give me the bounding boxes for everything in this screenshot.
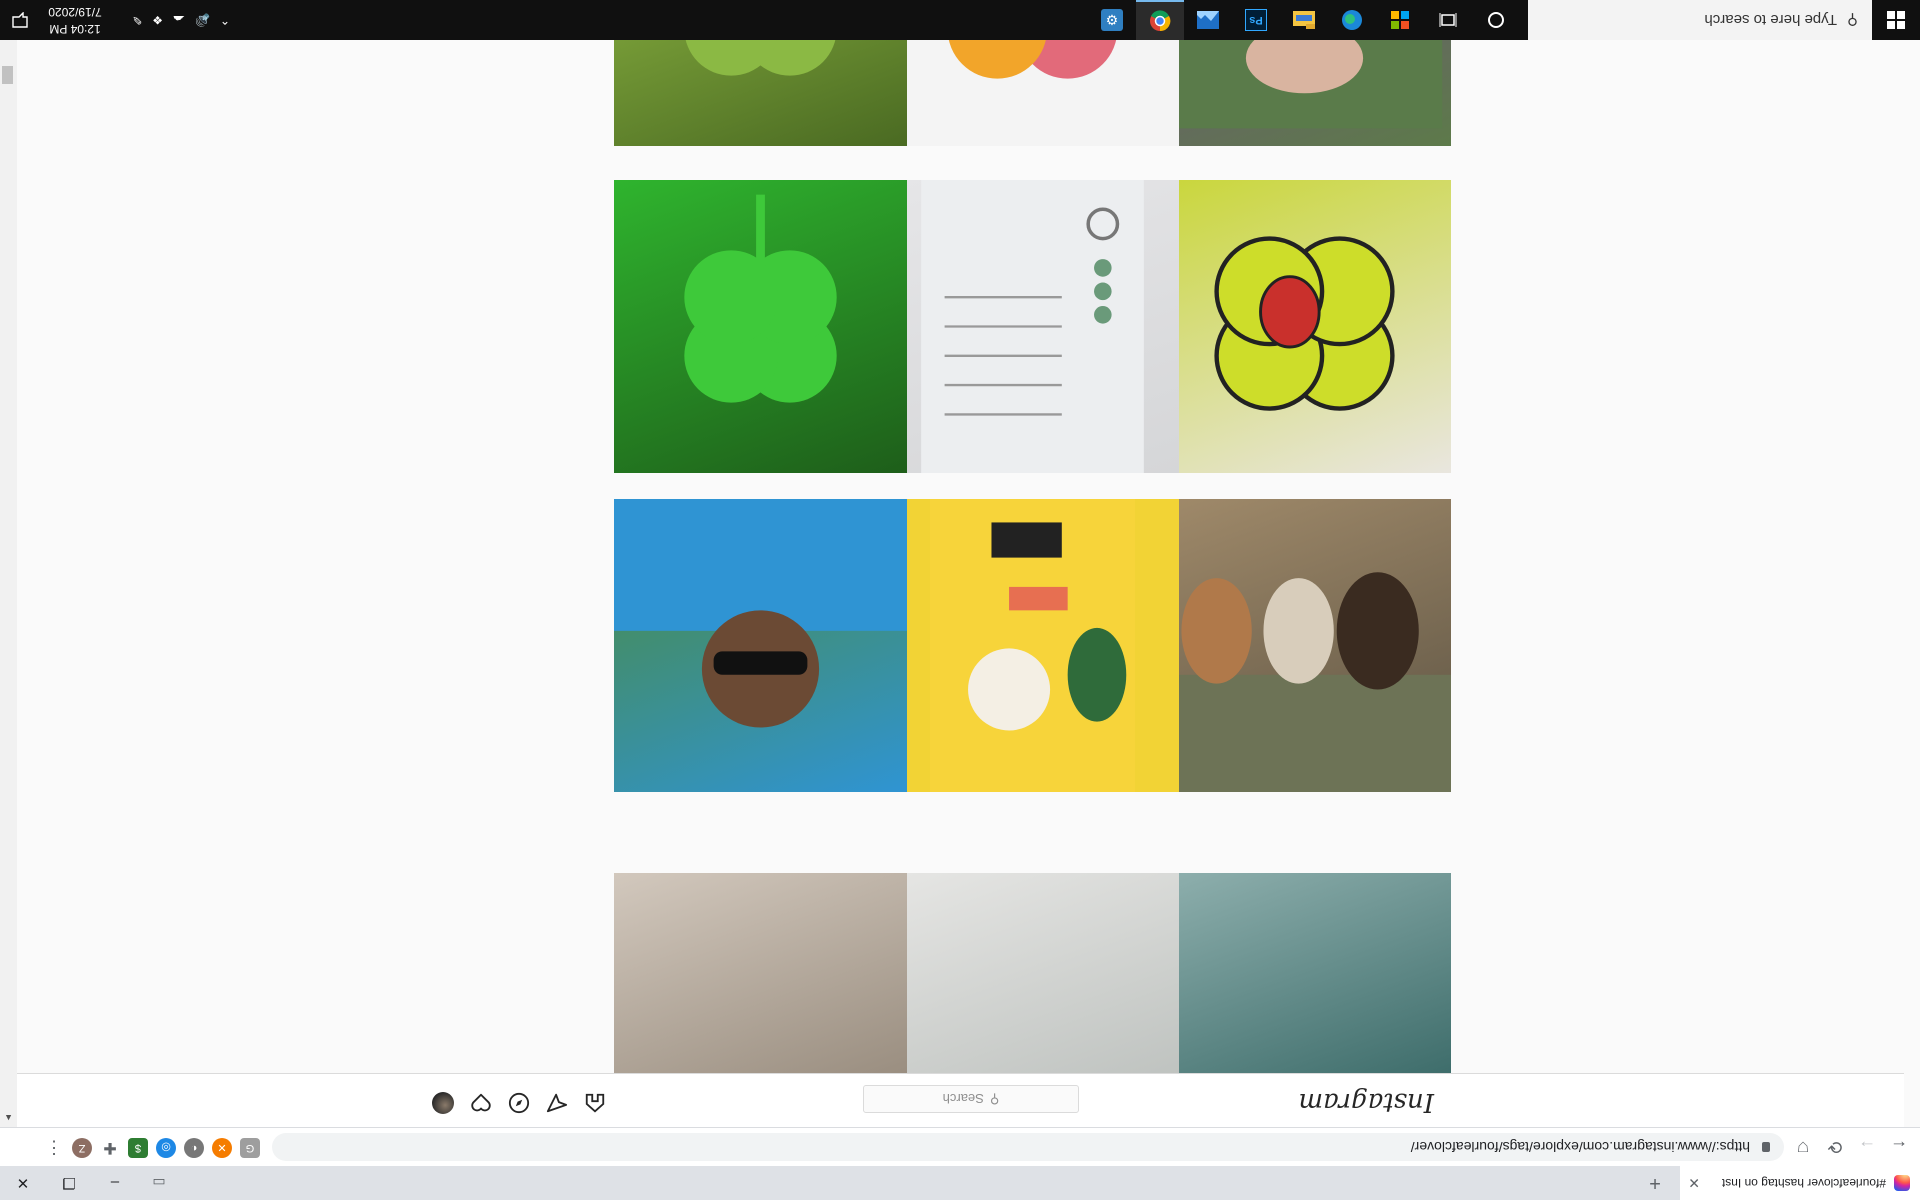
minimize-button[interactable]: –: [92, 1166, 138, 1200]
photos-app-icon[interactable]: [1184, 0, 1232, 40]
extension-circle-icon[interactable]: ◐: [184, 1138, 204, 1158]
activity-heart-icon[interactable]: [469, 1091, 493, 1115]
browser-toolbar: ← → ⟳ ⛉ https://www.instagram.com/explor…: [0, 1127, 1920, 1166]
post-thumbnail[interactable]: [886, 499, 1179, 792]
post-thumbnail[interactable]: [886, 873, 1179, 1074]
clock-date: 7/19/2020: [48, 5, 102, 19]
explore-icon[interactable]: [507, 1091, 531, 1115]
tab-close-icon[interactable]: ✕: [1688, 1175, 1700, 1192]
browser-tab[interactable]: #fourleafclover hashtag on Inst ✕: [1680, 1166, 1920, 1200]
home-shield-icon[interactable]: ⛉: [1790, 1134, 1816, 1160]
start-windows-icon[interactable]: [1872, 0, 1920, 40]
restore-button[interactable]: ❐: [46, 1166, 92, 1200]
extension-icons: G ✕ ◐ ◎ $ ✚ Z ⋮: [44, 1138, 260, 1159]
volume-icon[interactable]: 🔊: [195, 13, 210, 27]
instagram-search-input[interactable]: ⚲ Search: [863, 1085, 1079, 1113]
windows-taskbar: ⚲ Type here to search Ps ⚙ ⌃ 🔊 ☁ ❖ ✎ 12:…: [0, 0, 1920, 40]
lock-icon: [1762, 1142, 1770, 1152]
close-button[interactable]: ✕: [0, 1166, 46, 1200]
instagram-favicon-icon: [1894, 1175, 1910, 1191]
pen-icon[interactable]: ✎: [132, 13, 142, 27]
profile-avatar[interactable]: [431, 1091, 455, 1115]
post-thumbnail[interactable]: [614, 873, 907, 1074]
post-thumbnail[interactable]: [1158, 180, 1451, 473]
settings-app-icon[interactable]: ⚙: [1088, 0, 1136, 40]
direct-messages-icon[interactable]: [545, 1091, 569, 1115]
chrome-icon[interactable]: [1136, 0, 1184, 40]
edge-icon[interactable]: [1328, 0, 1376, 40]
browser-menu-button[interactable]: ⋮: [44, 1138, 64, 1159]
microsoft-store-icon[interactable]: [1376, 0, 1424, 40]
post-thumbnail[interactable]: [1158, 873, 1451, 1074]
dropbox-icon[interactable]: ❖: [152, 13, 163, 27]
file-explorer-icon[interactable]: [1280, 0, 1328, 40]
onedrive-icon[interactable]: ☁: [173, 13, 185, 27]
system-tray: ⌃ 🔊 ☁ ❖ ✎: [132, 0, 230, 40]
scrollbar-thumb[interactable]: [2, 66, 13, 84]
scroll-up-arrow-icon[interactable]: ▲: [4, 1113, 13, 1123]
post-thumbnail[interactable]: [614, 180, 907, 473]
system-clock[interactable]: 12:04 PM 7/19/2020: [40, 3, 110, 37]
post-thumbnail[interactable]: [886, 180, 1179, 473]
show-hidden-icons-chevron-icon[interactable]: ⌃: [220, 13, 230, 27]
task-view-icon[interactable]: [1428, 0, 1468, 40]
taskbar-search-input[interactable]: ⚲ Type here to search: [1528, 0, 1872, 40]
search-placeholder: Search: [942, 1091, 984, 1107]
page-scrollbar[interactable]: ▲ ▼: [0, 0, 17, 1127]
extension-green-icon[interactable]: $: [128, 1138, 148, 1158]
search-icon: ⚲: [1847, 11, 1858, 28]
photoshop-icon[interactable]: Ps: [1232, 0, 1280, 40]
reload-button[interactable]: ⟳: [1822, 1134, 1848, 1160]
notification-center-icon[interactable]: [0, 0, 40, 40]
window-controls: – ❐ ✕: [0, 1166, 138, 1200]
profile-avatar-button[interactable]: Z: [72, 1138, 92, 1158]
cortana-icon[interactable]: [1476, 0, 1516, 40]
instagram-header: Instagram ⚲ Search: [0, 1073, 1904, 1127]
taskbar-search-placeholder: Type here to search: [1704, 11, 1837, 29]
extension-blue-icon[interactable]: ◎: [156, 1138, 176, 1158]
back-button[interactable]: ←: [1886, 1134, 1912, 1160]
url-text: https://www.instagram.com/explore/tags/f…: [1410, 1139, 1750, 1155]
extensions-puzzle-icon[interactable]: ✚: [100, 1138, 120, 1158]
forward-button[interactable]: →: [1854, 1134, 1880, 1160]
post-thumbnail[interactable]: [1158, 499, 1451, 792]
extension-grey-icon[interactable]: G: [240, 1138, 260, 1158]
clock-time: 12:04 PM: [49, 22, 101, 36]
address-bar[interactable]: https://www.instagram.com/explore/tags/f…: [272, 1133, 1784, 1161]
avatar: [432, 1092, 454, 1114]
tab-title: #fourleafclover hashtag on Inst: [1721, 1176, 1886, 1190]
post-grid: [0, 0, 1920, 1200]
search-icon: ⚲: [989, 1092, 1000, 1107]
instagram-nav: [431, 1091, 607, 1115]
extension-orange-icon[interactable]: ✕: [212, 1138, 232, 1158]
home-icon[interactable]: [583, 1091, 607, 1115]
instagram-logo[interactable]: Instagram: [1298, 1087, 1434, 1117]
new-tab-button[interactable]: +: [1644, 1171, 1666, 1194]
browser-tab-strip: #fourleafclover hashtag on Inst ✕ + ▭ – …: [0, 1166, 1920, 1200]
tab-search-icon[interactable]: ▭: [146, 1172, 172, 1194]
screen: Instagram ⚲ Search #fourleafclover hasht…: [0, 0, 1920, 1200]
post-thumbnail[interactable]: [614, 499, 907, 792]
